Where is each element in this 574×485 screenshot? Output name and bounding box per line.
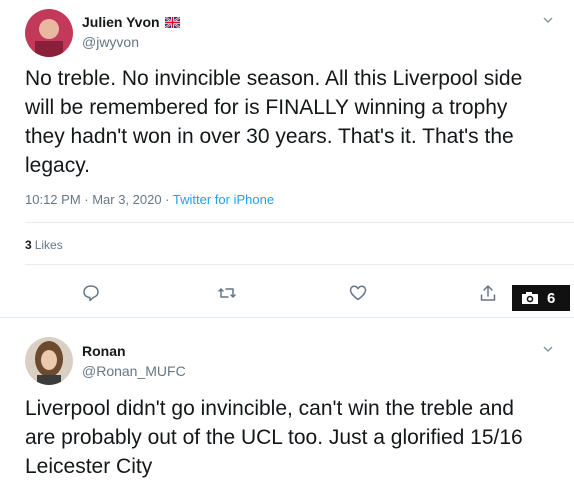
handle[interactable]: @Ronan_MUFC bbox=[82, 363, 186, 379]
display-name[interactable]: Julien Yvon bbox=[82, 14, 181, 31]
tweet-text: Liverpool didn't go invincible, can't wi… bbox=[25, 397, 523, 478]
camera-icon bbox=[522, 292, 538, 304]
tweet-text: No treble. No invincible season. All thi… bbox=[25, 67, 523, 177]
avatar[interactable] bbox=[25, 337, 73, 385]
reply-button[interactable] bbox=[80, 282, 102, 304]
photo-count-badge[interactable]: 6 bbox=[512, 285, 570, 311]
tweet-meta: 10:12 PM · Mar 3, 2020 · Twitter for iPh… bbox=[25, 192, 274, 207]
handle[interactable]: @jwyvon bbox=[82, 34, 139, 50]
likes-count: 3 bbox=[25, 238, 32, 252]
uk-flag-icon bbox=[163, 15, 181, 31]
source-link[interactable]: Twitter for iPhone bbox=[173, 192, 274, 207]
display-name[interactable]: Ronan bbox=[82, 343, 126, 359]
avatar[interactable] bbox=[25, 9, 73, 57]
reply-icon bbox=[83, 285, 99, 302]
chevron-down-icon[interactable] bbox=[540, 12, 556, 28]
likes-stat[interactable]: 3 Likes bbox=[25, 238, 63, 252]
retweet-icon bbox=[218, 288, 236, 298]
photo-count: 6 bbox=[547, 289, 556, 307]
share-button[interactable] bbox=[477, 282, 499, 304]
likes-label: Likes bbox=[34, 238, 63, 252]
share-icon bbox=[480, 285, 496, 301]
like-button[interactable] bbox=[347, 282, 369, 304]
divider bbox=[25, 222, 574, 223]
heart-icon bbox=[349, 285, 367, 301]
chevron-down-icon[interactable] bbox=[540, 341, 556, 357]
tweet-card: Julien Yvon @jwyvon No treble. No invinc… bbox=[0, 0, 574, 318]
tweet-card: Ronan @Ronan_MUFC Liverpool didn't go in… bbox=[0, 319, 574, 485]
timestamp[interactable]: 10:12 PM · Mar 3, 2020 · bbox=[25, 192, 173, 207]
divider bbox=[25, 264, 574, 265]
retweet-button[interactable] bbox=[216, 282, 238, 304]
display-name-text[interactable]: Julien Yvon bbox=[82, 14, 160, 30]
